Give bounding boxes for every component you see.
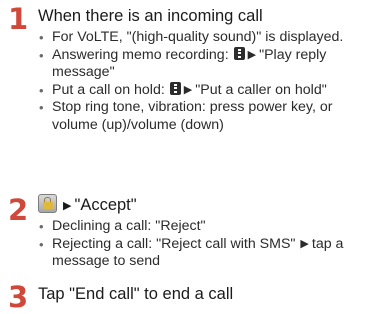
menu-key-icon: [169, 81, 181, 95]
answering-memo-label: Answering memo recording:: [52, 46, 229, 63]
step-1-bullets: For VoLTE, "(high-quality sound)" is dis…: [38, 29, 368, 134]
step-1-title: When there is an incoming call: [38, 7, 263, 25]
step-2-title: "Accept": [74, 196, 137, 214]
step-2-bullets: Declining a call: "Reject" Rejecting a c…: [38, 218, 368, 271]
reject-call-sms-text: Rejecting a call: "Reject call with SMS": [52, 235, 296, 252]
lock-button-icon: [38, 194, 57, 213]
step-3-title: Tap "End call" to end a call: [38, 285, 234, 303]
bullet-reject: Rejecting a call: "Reject call with SMS"…: [38, 236, 368, 271]
step-number-2: 2: [8, 193, 29, 227]
step-2-title-row: ▶ "Accept": [38, 194, 137, 216]
bullet-stop-ring: Stop ring tone, vibration: press power k…: [38, 99, 368, 134]
bullet-volte: For VoLTE, "(high-quality sound)" is dis…: [38, 29, 368, 47]
arrow-right-icon: ▶: [183, 83, 193, 96]
arrow-right-icon: ▶: [247, 48, 257, 61]
arrow-right-icon: ▶: [63, 200, 72, 212]
step-number-1: 1: [8, 2, 29, 36]
bullet-answering-memo: Answering memo recording: ▶"Play reply m…: [38, 46, 368, 82]
put-caller-on-hold-text: "Put a caller on hold": [195, 81, 327, 98]
bullet-decline: Declining a call: "Reject": [38, 218, 368, 236]
hold-label: Put a call on hold:: [52, 81, 165, 98]
arrow-right-icon: ▶: [300, 237, 309, 250]
menu-key-icon: [233, 46, 245, 60]
step-number-3: 3: [8, 280, 29, 314]
bullet-hold: Put a call on hold: ▶"Put a caller on ho…: [38, 81, 368, 100]
